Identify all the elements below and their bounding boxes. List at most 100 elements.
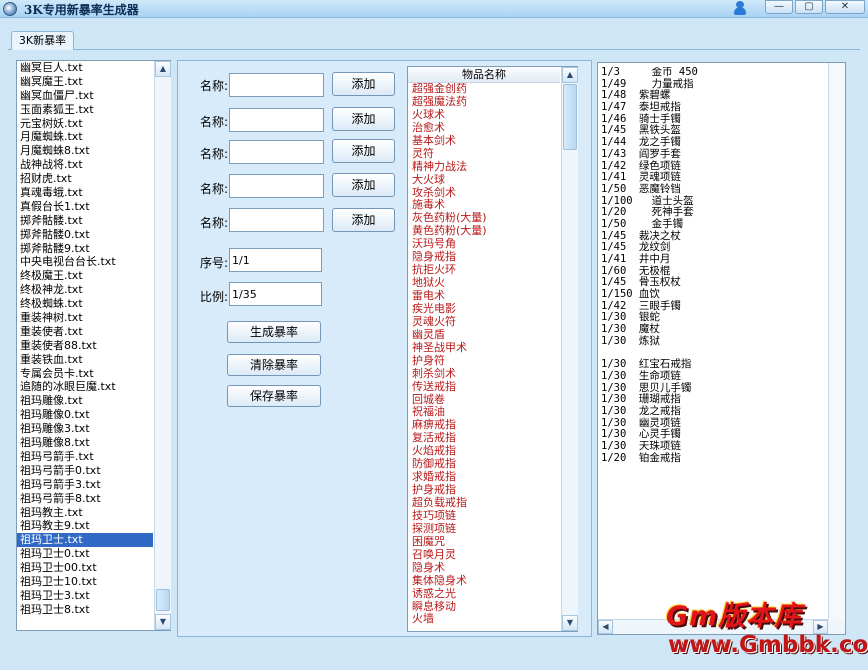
item-row[interactable]: 火球术 (408, 108, 560, 122)
close-button[interactable]: ✕ (825, 0, 865, 14)
name-input-2[interactable] (229, 108, 324, 132)
name-input-1[interactable] (229, 73, 324, 97)
item-row[interactable]: 疾光电影 (408, 302, 560, 316)
list-item[interactable]: 中央电视台台长.txt (17, 255, 153, 269)
list-item[interactable]: 祖玛弓箭手0.txt (17, 464, 153, 478)
list-item[interactable]: 真魂毒蛾.txt (17, 186, 153, 200)
list-item[interactable]: 掷斧骷髅0.txt (17, 228, 153, 242)
name-input-5[interactable] (229, 208, 324, 232)
item-row[interactable]: 召唤月灵 (408, 548, 560, 562)
item-row[interactable]: 大火球 (408, 173, 560, 187)
item-row[interactable]: 超强金创药 (408, 83, 560, 96)
list-item[interactable]: 祖玛卫士.txt (17, 533, 153, 548)
list-item[interactable]: 祖玛雕像.txt (17, 394, 153, 408)
item-name-column-header[interactable]: 物品名称 (408, 67, 560, 83)
list-item[interactable]: 祖玛卫士00.txt (17, 561, 153, 575)
item-row[interactable]: 灵符 (408, 147, 560, 161)
seq-input[interactable] (229, 248, 322, 272)
list-item[interactable]: 祖玛雕像0.txt (17, 408, 153, 422)
item-row[interactable]: 刺杀剑术 (408, 367, 560, 381)
list-item[interactable]: 祖玛教主.txt (17, 506, 153, 520)
item-row[interactable]: 灵魂火符 (408, 315, 560, 329)
name-input-3[interactable] (229, 140, 324, 164)
add-button-4[interactable]: 添加 (332, 173, 395, 197)
item-row[interactable]: 雷电术 (408, 289, 560, 303)
tab-3k-rates[interactable]: 3K新暴率 (11, 31, 74, 50)
add-button-5[interactable]: 添加 (332, 208, 395, 232)
item-row[interactable]: 传送戒指 (408, 380, 560, 394)
add-button-3[interactable]: 添加 (332, 139, 395, 163)
clear-rates-button[interactable]: 清除暴率 (227, 354, 321, 376)
add-button-2[interactable]: 添加 (332, 107, 395, 131)
list-item[interactable]: 祖玛教主9.txt (17, 519, 153, 533)
item-row[interactable]: 神圣战甲术 (408, 341, 560, 355)
list-item[interactable]: 祖玛卫士8.txt (17, 603, 153, 617)
scroll-thumb[interactable] (156, 589, 170, 611)
item-row[interactable]: 困魔咒 (408, 535, 560, 549)
list-item[interactable]: 祖玛卫士10.txt (17, 575, 153, 589)
scroll-up-icon[interactable]: ▲ (562, 67, 578, 83)
list-item[interactable]: 幽冥血僵尸.txt (17, 89, 153, 103)
item-row[interactable]: 技巧项链 (408, 509, 560, 523)
scroll-left-icon[interactable]: ◀ (598, 620, 613, 634)
item-row[interactable]: 探测项链 (408, 522, 560, 536)
list-item[interactable]: 掷斧骷髅9.txt (17, 242, 153, 256)
add-button-1[interactable]: 添加 (332, 72, 395, 96)
item-row[interactable]: 治愈术 (408, 121, 560, 135)
list-item[interactable]: 掷斧骷髅.txt (17, 214, 153, 228)
item-list-scrollbar[interactable]: ▲ ▼ (561, 67, 578, 631)
list-item[interactable]: 祖玛弓箭手.txt (17, 450, 153, 464)
list-item[interactable]: 终极魔王.txt (17, 269, 153, 283)
list-item[interactable]: 祖玛卫士0.txt (17, 547, 153, 561)
scroll-up-icon[interactable]: ▲ (155, 61, 171, 77)
list-item[interactable]: 战神战将.txt (17, 158, 153, 172)
list-item[interactable]: 祖玛弓箭手3.txt (17, 478, 153, 492)
list-item[interactable]: 月魔蜘蛛.txt (17, 130, 153, 144)
list-item[interactable]: 专属会员卡.txt (17, 367, 153, 381)
scroll-down-icon[interactable]: ▼ (155, 614, 171, 630)
item-row[interactable]: 集体隐身术 (408, 574, 560, 588)
list-item[interactable]: 重装使者.txt (17, 325, 153, 339)
list-item[interactable]: 元宝树妖.txt (17, 117, 153, 131)
item-row[interactable]: 精神力战法 (408, 160, 560, 174)
list-item[interactable]: 真假台长1.txt (17, 200, 153, 214)
list-item[interactable]: 重装神树.txt (17, 311, 153, 325)
name-input-4[interactable] (229, 174, 324, 198)
minimize-button[interactable]: — (765, 0, 793, 14)
scroll-down-icon[interactable]: ▼ (562, 615, 578, 631)
generate-rates-button[interactable]: 生成暴率 (227, 321, 321, 343)
maximize-button[interactable]: ▢ (795, 0, 823, 14)
item-list-box[interactable]: 物品名称 超强金创药 超强魔法药 火球术 治愈术 基本剑术 灵符 精神力战法 大火球 攻杀剑术施… (407, 66, 578, 632)
list-item[interactable]: 祖玛卫士3.txt (17, 589, 153, 603)
item-row[interactable]: 超强魔法药 (408, 95, 560, 109)
list-item[interactable]: 终极蜘蛛.txt (17, 297, 153, 311)
list-item[interactable]: 祖玛雕像8.txt (17, 436, 153, 450)
item-row[interactable]: 火墙 (408, 612, 560, 626)
item-row[interactable]: 幽灵盾 (408, 328, 560, 342)
list-item[interactable]: 幽冥巨人.txt (17, 61, 153, 75)
list-item[interactable]: 重装铁血.txt (17, 353, 153, 367)
item-list[interactable]: 超强金创药 超强魔法药 火球术 治愈术 基本剑术 灵符 精神力战法 大火球 攻杀剑术 施毒术 灰色药… (408, 83, 560, 631)
rates-content[interactable]: 1/3 金币 450 1/49 力量戒指 1/48 紫碧螺 1/47 泰坦戒指 1/46… (601, 67, 825, 615)
user-icon[interactable] (733, 0, 747, 16)
list-item[interactable]: 玉面素狐王.txt (17, 103, 153, 117)
item-row[interactable]: 诱惑之光 (408, 587, 560, 601)
ratio-input[interactable] (229, 282, 322, 306)
save-rates-button[interactable]: 保存暴率 (227, 385, 321, 407)
list-item[interactable]: 月魔蜘蛛8.txt (17, 144, 153, 158)
list-item[interactable]: 终极神龙.txt (17, 283, 153, 297)
item-row[interactable]: 基本剑术 (408, 134, 560, 148)
file-list-scrollbar[interactable]: ▲ ▼ (154, 61, 171, 630)
list-item[interactable]: 招财虎.txt (17, 172, 153, 186)
list-item[interactable]: 追随的冰眼巨魔.txt (17, 380, 153, 394)
file-list-box[interactable]: 幽冥巨人.txt 幽冥魔王.txt 幽冥血僵尸.txt 玉面素狐王.txt 元宝树妖.t… (16, 60, 171, 631)
item-row[interactable]: 隐身术 (408, 561, 560, 575)
item-row[interactable]: 护身符 (408, 354, 560, 368)
list-item[interactable]: 幽冥魔王.txt (17, 75, 153, 89)
rates-textarea[interactable]: 1/3 金币 450 1/49 力量戒指 1/48 紫碧螺 1/47 泰坦戒指 1/46… (597, 62, 846, 635)
list-item[interactable]: 重装使者88.txt (17, 339, 153, 353)
item-row[interactable]: 超负载戒指 (408, 496, 560, 510)
list-item[interactable]: 祖玛雕像3.txt (17, 422, 153, 436)
file-list[interactable]: 幽冥巨人.txt 幽冥魔王.txt 幽冥血僵尸.txt 玉面素狐王.txt 元宝树妖.t… (17, 61, 153, 630)
rates-vertical-scrollbar[interactable] (828, 63, 845, 620)
